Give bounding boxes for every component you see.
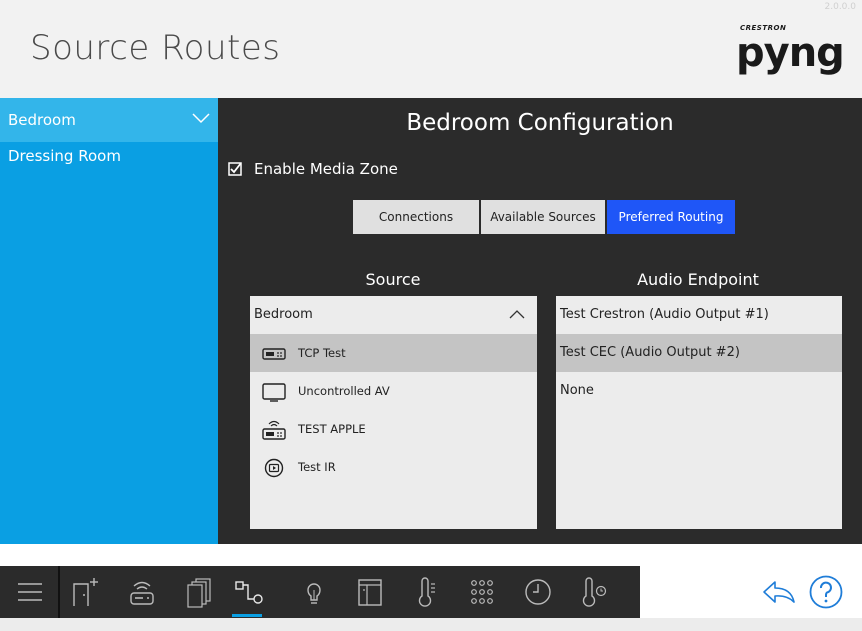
endpoint-item-none[interactable]: None [556,372,842,410]
endpoint-item-test-cec[interactable]: Test CEC (Audio Output #2) [556,334,842,372]
source-room-dropdown[interactable]: Bedroom [250,296,537,334]
lightbulb-icon [307,583,321,604]
control-system-icon [130,581,154,605]
nav-sensors-button[interactable] [572,566,616,618]
page-title: Source Routes [30,28,281,68]
nav-add-room-button[interactable] [64,566,108,618]
configuration-title: Bedroom Configuration [406,110,674,136]
ir-player-icon [264,458,284,478]
source-item-label: Test IR [298,460,336,474]
enable-media-zone-checkbox[interactable]: Enable Media Zone [228,160,398,178]
chevron-up-icon [509,310,525,319]
nav-shades-button[interactable] [348,566,392,618]
clock-icon [525,579,551,605]
rooms-icon [187,578,211,608]
active-nav-indicator [232,614,262,617]
source-item-test-ir[interactable]: Test IR [250,448,537,486]
thermometer-sensor-icon [582,577,607,607]
shades-icon [358,579,382,606]
nav-lighting-button[interactable] [292,566,336,618]
crestron-pyng-logo: CRESTRON pyng [736,14,846,84]
checkbox-checked-icon [228,162,242,176]
keypad-icon [471,580,493,604]
source-item-uncontrolled-av[interactable]: Uncontrolled AV [250,372,537,410]
sidebar-item-label: Dressing Room [8,147,121,165]
back-arrow-icon [763,581,795,603]
tab-available-sources[interactable]: Available Sources [481,200,605,234]
wireless-set-top-box-icon [262,420,286,440]
tab-connections[interactable]: Connections [353,200,479,234]
audio-endpoint-header: Audio Endpoint [637,270,759,289]
sidebar-item-bedroom[interactable]: Bedroom [0,98,218,142]
bottom-nav [0,566,640,618]
chevron-down-icon [192,113,210,124]
source-item-tcp-test[interactable]: TCP Test [250,334,537,372]
source-item-label: TEST APPLE [298,422,366,436]
source-item-label: Uncontrolled AV [298,384,390,398]
thermometer-icon [418,577,435,607]
help-button[interactable] [808,574,844,610]
back-button[interactable] [761,576,797,608]
logo-word: pyng [736,30,845,76]
config-tabs: Connections Available Sources Preferred … [353,200,737,234]
top-bar: Source Routes 2.0.0.0 CRESTRON pyng [0,0,862,98]
room-sidebar: Bedroom Dressing Room [0,98,218,544]
version-text: 2.0.0.0 [824,2,857,12]
nav-rooms-button[interactable] [176,566,220,618]
source-item-test-apple[interactable]: TEST APPLE [250,410,537,448]
hamburger-menu-icon [18,583,42,601]
nav-climate-button[interactable] [404,566,448,618]
source-room-label: Bedroom [254,307,313,322]
nav-scheduling-button[interactable] [516,566,560,618]
source-item-label: TCP Test [298,346,346,360]
source-routes-icon [235,581,263,604]
tab-preferred-routing[interactable]: Preferred Routing [607,200,735,234]
configuration-panel: Bedroom Configuration Enable Media Zone … [218,98,862,544]
nav-source-routes-button[interactable] [228,566,272,618]
enable-media-zone-label: Enable Media Zone [254,160,398,178]
source-list: Bedroom TCP Test Uncontrolled AV TEST AP… [250,296,537,529]
nav-divider [58,566,60,618]
tv-icon [262,383,286,402]
bottom-strip [0,618,862,631]
source-header: Source [365,270,421,289]
menu-button[interactable] [8,566,52,618]
nav-control-system-button[interactable] [120,566,164,618]
endpoint-item-test-crestron[interactable]: Test Crestron (Audio Output #1) [556,296,842,334]
nav-keypads-button[interactable] [460,566,504,618]
sidebar-item-label: Bedroom [8,111,76,129]
sidebar-item-dressing-room[interactable]: Dressing Room [0,142,218,178]
help-icon [809,575,843,609]
bottom-bar [0,544,862,631]
add-room-icon [73,578,98,606]
set-top-box-icon [262,348,286,360]
audio-endpoint-list: Test Crestron (Audio Output #1) Test CEC… [556,296,842,529]
